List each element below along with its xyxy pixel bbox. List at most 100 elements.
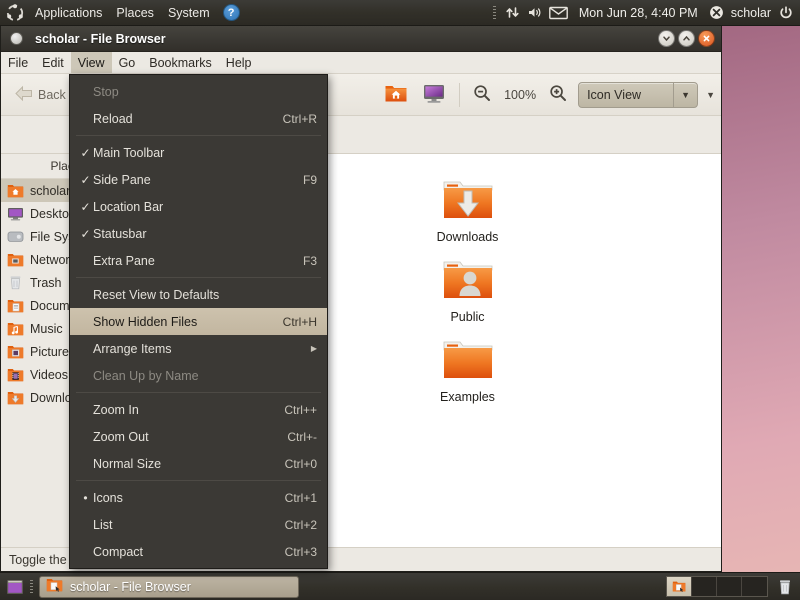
workspace-1[interactable] — [667, 577, 692, 596]
menu-edit[interactable]: Edit — [35, 52, 71, 73]
videos-folder-icon — [7, 367, 24, 382]
menu-item-label: Side Pane — [93, 172, 151, 187]
public-folder-icon — [440, 256, 496, 307]
help-icon[interactable]: ? — [222, 4, 240, 21]
menu-item-statusbar[interactable]: ✓ Statusbar — [70, 220, 327, 247]
view-menu-popup: Stop Reload Ctrl+R ✓ Main Toolbar ✓ Side… — [69, 74, 328, 569]
window-title: scholar - File Browser — [35, 31, 166, 46]
menu-item-clean-up-by-name[interactable]: Clean Up by Name — [70, 362, 327, 389]
volume-icon[interactable] — [527, 5, 542, 20]
file-label: Downloads — [436, 230, 499, 244]
menu-view[interactable]: View — [70, 52, 112, 73]
menu-item-side-pane[interactable]: ✓ Side Pane F9 — [70, 166, 327, 193]
back-label: Back — [38, 87, 66, 102]
menu-go[interactable]: Go — [112, 52, 143, 73]
checkmark-icon: ✓ — [80, 145, 91, 160]
file-label: Examples — [440, 390, 495, 404]
checkmark-icon: ✓ — [80, 199, 91, 214]
network-updown-icon[interactable] — [505, 5, 520, 20]
menu-item-icons[interactable]: • Icons Ctrl+1 — [70, 484, 327, 511]
menu-item-label: Reload — [93, 111, 133, 126]
file-item[interactable]: Downloads — [390, 176, 545, 244]
menu-bookmarks[interactable]: Bookmarks — [142, 52, 219, 73]
username-label[interactable]: scholar — [731, 6, 771, 20]
menu-item-label: Normal Size — [93, 456, 162, 471]
menu-item-label: Show Hidden Files — [93, 314, 198, 329]
back-button[interactable]: Back — [7, 81, 73, 109]
menu-item-reset-view-to-defaults[interactable]: Reset View to Defaults — [70, 281, 327, 308]
taskbar-window-button[interactable]: scholar - File Browser — [39, 575, 299, 598]
menu-item-extra-pane[interactable]: Extra Pane F3 — [70, 247, 327, 274]
top-panel: Applications Places System ? Mon Jun 28,… — [0, 0, 800, 26]
tray-handle-icon[interactable] — [492, 6, 496, 19]
menu-file[interactable]: File — [1, 52, 35, 73]
panel-menu-applications[interactable]: Applications — [28, 2, 109, 24]
menu-item-label: Clean Up by Name — [93, 368, 199, 383]
view-mode-select[interactable]: Icon View ▼ — [578, 81, 699, 108]
menu-item-accel: Ctrl+H — [282, 314, 317, 329]
file-item[interactable]: Public — [390, 256, 545, 324]
menu-item-accel: Ctrl+2 — [284, 517, 317, 532]
workspace-4[interactable] — [742, 577, 767, 596]
menu-item-stop[interactable]: Stop — [70, 78, 327, 105]
menu-item-compact[interactable]: Compact Ctrl+3 — [70, 538, 327, 565]
menu-item-label: Stop — [93, 84, 119, 99]
user-status-icon[interactable] — [709, 5, 724, 20]
envelope-icon[interactable] — [548, 6, 568, 20]
zoom-in-button[interactable] — [542, 80, 574, 109]
menu-item-accel: F9 — [302, 172, 317, 187]
toolbar-overflow-button[interactable]: ▼ — [706, 90, 715, 100]
zoom-out-button[interactable] — [466, 80, 498, 109]
menu-item-label: Arrange Items — [93, 341, 172, 356]
panel-menu-places[interactable]: Places — [109, 2, 161, 24]
panel-menu-system[interactable]: System — [161, 2, 217, 24]
clock[interactable]: Mon Jun 28, 4:40 PM — [575, 4, 702, 22]
menu-item-main-toolbar[interactable]: ✓ Main Toolbar — [70, 139, 327, 166]
window-dot-icon — [10, 32, 23, 45]
sidebar-item-label: Trash — [30, 275, 62, 290]
workspace-3[interactable] — [717, 577, 742, 596]
power-icon[interactable] — [778, 5, 794, 21]
menu-item-accel: Ctrl+1 — [284, 490, 317, 505]
menu-item-reload[interactable]: Reload Ctrl+R — [70, 105, 327, 132]
pictures-folder-icon — [7, 344, 24, 359]
bottom-panel: scholar - File Browser — [0, 572, 800, 600]
bottom-panel-right — [666, 576, 796, 598]
menu-separator — [76, 392, 321, 393]
menu-item-show-hidden-files[interactable]: Show Hidden Files Ctrl+H — [70, 308, 327, 335]
menu-item-label: Zoom Out — [93, 429, 149, 444]
workspace-2[interactable] — [692, 577, 717, 596]
menu-item-location-bar[interactable]: ✓ Location Bar — [70, 193, 327, 220]
harddisk-icon — [7, 229, 24, 244]
menu-item-zoom-out[interactable]: Zoom Out Ctrl+- — [70, 423, 327, 450]
ubuntu-logo-icon[interactable] — [4, 2, 26, 24]
trash-icon[interactable] — [774, 576, 796, 598]
downloads-folder-icon — [440, 176, 496, 227]
menu-help[interactable]: Help — [219, 52, 259, 73]
home-button[interactable] — [377, 78, 415, 111]
menu-item-accel: Ctrl+0 — [284, 456, 317, 471]
submenu-arrow-icon: ▶ — [310, 344, 317, 353]
menu-item-label: Zoom In — [93, 402, 139, 417]
close-icon[interactable] — [698, 30, 715, 47]
checkmark-icon: ✓ — [80, 172, 91, 187]
radio-bullet-icon: • — [83, 490, 88, 505]
maximize-icon[interactable] — [678, 30, 695, 47]
menu-item-list[interactable]: List Ctrl+2 — [70, 511, 327, 538]
window-buttons — [658, 30, 715, 47]
menu-item-label: Main Toolbar — [93, 145, 165, 160]
file-item[interactable]: Examples — [390, 336, 545, 404]
menu-item-label: Statusbar — [93, 226, 147, 241]
sidebar-item-label: Music — [30, 321, 63, 336]
computer-button[interactable] — [415, 78, 453, 111]
window-titlebar[interactable]: scholar - File Browser — [1, 26, 721, 52]
menu-item-arrange-items[interactable]: Arrange Items ▶ — [70, 335, 327, 362]
menu-item-zoom-in[interactable]: Zoom In Ctrl++ — [70, 396, 327, 423]
minimize-icon[interactable] — [658, 30, 675, 47]
taskbar-window-label: scholar - File Browser — [70, 579, 191, 594]
workspace-switcher[interactable] — [666, 576, 768, 597]
panel-handle-icon[interactable] — [30, 580, 33, 593]
menu-item-normal-size[interactable]: Normal Size Ctrl+0 — [70, 450, 327, 477]
menu-item-accel: Ctrl+R — [282, 111, 317, 126]
show-desktop-icon[interactable] — [4, 576, 26, 598]
